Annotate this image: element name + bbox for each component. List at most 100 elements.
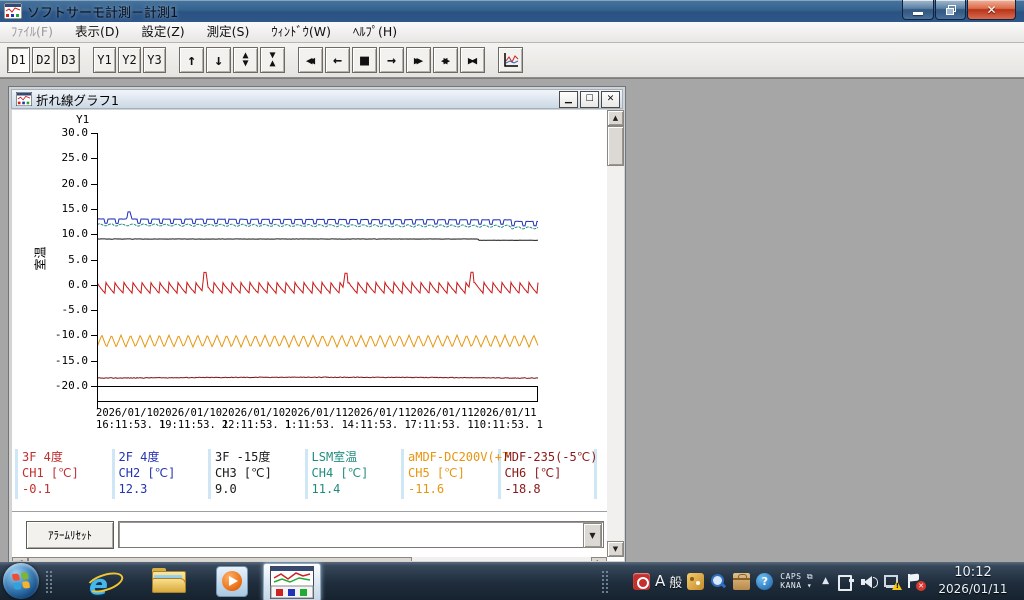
close-button[interactable]: ✕ <box>967 0 1016 20</box>
graph-settings-icon <box>503 52 519 68</box>
child-maximize-button[interactable]: ☐ <box>580 91 599 108</box>
x-tick-date: 2026/01/10 <box>96 407 162 419</box>
taskbar-clock[interactable]: 10:12 2026/01/11 <box>930 565 1016 597</box>
y-tick-label: 30.0 <box>30 126 88 139</box>
series-CH3 <box>97 239 538 241</box>
toolbar-y3-button[interactable]: Y3 <box>143 47 166 73</box>
vertical-scrollbar[interactable]: ▲ ▼ <box>607 110 624 557</box>
y-tick-mark <box>91 234 97 235</box>
y-tick-label: 10.0 <box>30 227 88 240</box>
volume-tray-icon[interactable] <box>860 573 877 590</box>
x-tick-label: 2026/01/117:11:53. 1 <box>411 407 477 431</box>
y-tick-label: -10.0 <box>30 328 88 341</box>
tray-grip <box>601 570 609 594</box>
channel-5-info: aMDF-DC200V(+7CH5 [℃]-11.6 <box>408 449 500 497</box>
menu-item-2[interactable]: 設定(Z) <box>130 22 195 42</box>
search-tray-icon[interactable] <box>710 573 727 590</box>
menu-item-4[interactable]: ｳｨﾝﾄﾞｳ(W) <box>260 22 342 42</box>
show-hidden-icons-button[interactable]: ▲ <box>822 576 829 586</box>
windows-logo-icon <box>12 572 30 590</box>
scrollbar-up-arrow[interactable]: ▲ <box>607 110 624 126</box>
horizontal-scrollbar[interactable]: ◀ ▶ <box>12 557 607 561</box>
graph-window-title: 折れ線グラフ1 <box>36 90 119 109</box>
toolbar-scroll-up-button[interactable]: ↑ <box>179 47 204 73</box>
toolbar-compress-vertical-button[interactable]: ▼▲ <box>260 47 285 73</box>
hscrollbar-thumb[interactable] <box>28 557 412 561</box>
y-tick-label: -5.0 <box>30 303 88 316</box>
toolbar-compress-horizontal-button[interactable]: ▶◀ <box>460 47 485 73</box>
channel-name: LSM室温 <box>312 449 404 465</box>
start-button[interactable] <box>3 563 39 599</box>
toolbar-step-back-button[interactable]: ← <box>325 47 350 73</box>
toolbar-scroll-down-button[interactable]: ↓ <box>206 47 231 73</box>
x-tick-time: 16:11:53. 1 <box>96 419 162 431</box>
y-tick-label: 5.0 <box>30 253 88 266</box>
restore-icon <box>946 5 956 15</box>
toolbar-d3-button[interactable]: D3 <box>57 47 80 73</box>
toolbar-graph-settings-button[interactable] <box>498 47 523 73</box>
toolbar-d1-button[interactable]: D1 <box>7 47 30 73</box>
toolbar-expand-horizontal-button[interactable]: ◀▶ <box>433 47 458 73</box>
toolbar-fast-forward-button[interactable]: ▶▶ <box>406 47 431 73</box>
menu-item-0[interactable]: ﾌｧｲﾙ(F) <box>0 22 64 42</box>
ime-caps-kana-indicator[interactable]: CAPS ⧉ KANA ▾ <box>780 572 813 590</box>
child-minimize-button[interactable]: ▁ <box>559 91 578 108</box>
internet-explorer-icon[interactable]: e <box>88 566 120 596</box>
graph-window: 折れ線グラフ1 ▁ ☐ ✕ Y1 室温 3F 4度CH1 [℃]-0.12F 4… <box>8 86 626 566</box>
channel-name: aMDF-DC200V(+7 <box>408 449 500 465</box>
alarm-combobox[interactable]: ▼ <box>118 521 604 548</box>
toolbar-step-forward-button[interactable]: → <box>379 47 404 73</box>
x-tick-label: 2026/01/1110:11:53. 1 <box>473 407 539 431</box>
scrollbar-right-arrow[interactable]: ▶ <box>591 557 607 561</box>
toolbar-expand-vertical-button[interactable]: ▲▼ <box>233 47 258 73</box>
x-tick-label: 2026/01/114:11:53. 1 <box>348 407 414 431</box>
action-center-tray-icon[interactable]: ✕ <box>906 573 923 590</box>
toolbar-fast-rewind-button[interactable]: ◀◀ <box>298 47 323 73</box>
help-tray-icon[interactable]: ? <box>756 573 773 590</box>
scrollbar-thumb[interactable] <box>607 126 624 166</box>
toolbox-tray-icon[interactable] <box>733 573 750 590</box>
graph-window-icon <box>16 92 32 106</box>
x-tick-date: 2026/01/10 <box>222 407 288 419</box>
toolbar-stop-button[interactable]: ■ <box>352 47 377 73</box>
x-tick-time: 19:11:53. 1 <box>159 419 225 431</box>
x-tick-label: 2026/01/1022:11:53. 1 <box>222 407 288 431</box>
alarm-reset-button[interactable]: ｱﾗｰﾑﾘｾｯﾄ <box>26 521 114 549</box>
channel-value: 11.4 <box>312 481 404 497</box>
divider-highlight <box>12 512 607 513</box>
channel-value: 9.0 <box>215 481 307 497</box>
channel-id: CH4 [℃] <box>312 465 404 481</box>
ime-mode-indicator[interactable]: A <box>655 572 665 590</box>
taskbar-active-app-button[interactable] <box>263 563 321 600</box>
y-tick-mark <box>91 209 97 210</box>
file-explorer-icon[interactable] <box>152 566 184 594</box>
combobox-dropdown-button[interactable]: ▼ <box>583 523 602 548</box>
restore-button[interactable] <box>935 0 966 20</box>
palette-tray-icon[interactable] <box>687 573 704 590</box>
ime-conversion-indicator[interactable]: 般 <box>669 572 682 591</box>
menu-item-3[interactable]: 測定(S) <box>196 22 261 42</box>
x-tick-time: 4:11:53. 1 <box>348 419 414 431</box>
child-close-button[interactable]: ✕ <box>601 91 620 108</box>
toolbar-y2-button[interactable]: Y2 <box>118 47 141 73</box>
y-tick-mark <box>91 285 97 286</box>
graph-window-titlebar[interactable]: 折れ線グラフ1 ▁ ☐ ✕ <box>11 89 623 109</box>
alarm-app-tray-icon[interactable] <box>633 573 650 590</box>
scrollbar-left-arrow[interactable]: ◀ <box>12 557 28 561</box>
compress-horizontal-button-icon: ▶◀ <box>468 54 473 67</box>
taskbar: e <box>0 562 1024 600</box>
expand-horizontal-button-icon: ◀▶ <box>441 54 446 67</box>
minimize-button[interactable] <box>902 0 934 20</box>
channel-6-info: MDF-235(-5℃)CH6 [℃]-18.8 <box>505 449 597 497</box>
menu-bar: ﾌｧｲﾙ(F)表示(D)設定(Z)測定(S)ｳｨﾝﾄﾞｳ(W)ﾍﾙﾌﾟ(H) <box>0 22 1024 43</box>
toolbar-y1-button[interactable]: Y1 <box>93 47 116 73</box>
menu-item-1[interactable]: 表示(D) <box>64 22 130 42</box>
fast-rewind-button-icon: ◀◀ <box>306 54 311 67</box>
scrollbar-down-arrow[interactable]: ▼ <box>607 541 624 557</box>
channel-name: 3F -15度 <box>215 449 307 465</box>
toolbar-d2-button[interactable]: D2 <box>32 47 55 73</box>
media-player-icon[interactable] <box>216 566 248 597</box>
menu-item-5[interactable]: ﾍﾙﾌﾟ(H) <box>342 22 408 42</box>
network-tray-icon[interactable]: ! <box>883 573 900 590</box>
removable-device-tray-icon[interactable] <box>837 573 854 590</box>
